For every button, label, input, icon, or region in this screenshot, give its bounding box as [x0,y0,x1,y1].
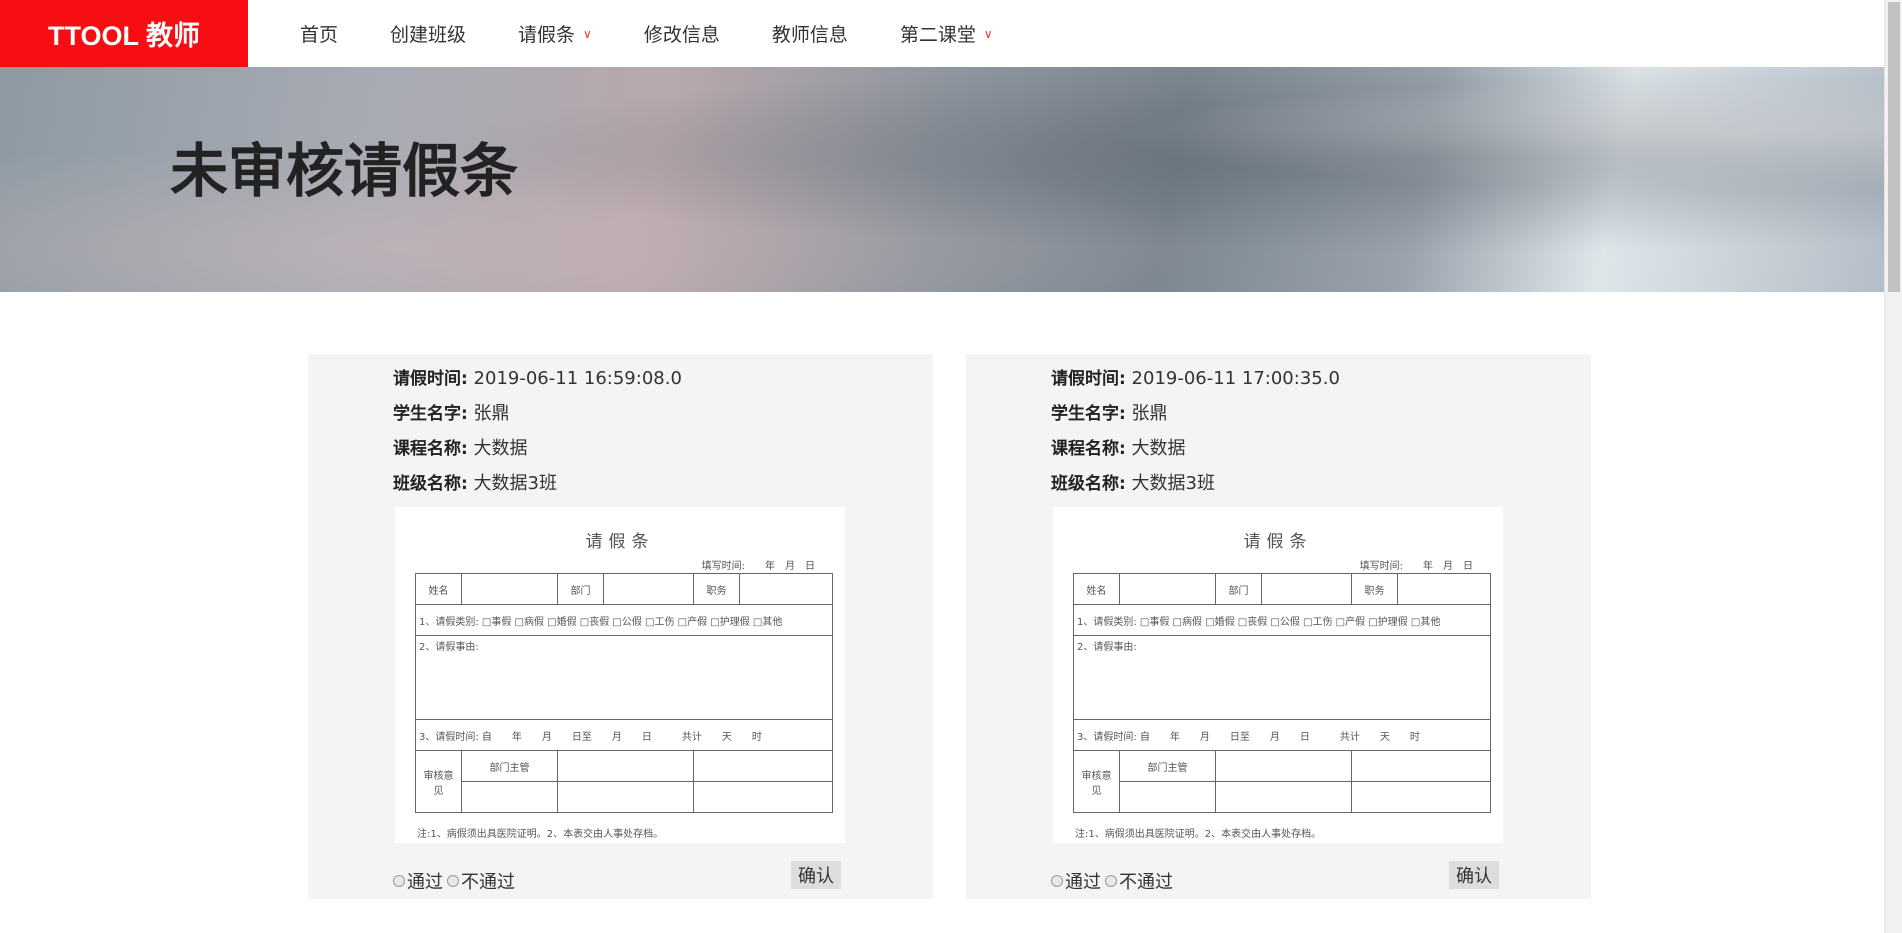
form-title: 请假条 [585,532,655,552]
form-cell: 部门 [557,573,604,605]
top-nav: TTOOL 教师 首页 创建班级 请假条 ∨ 修改信息 教师信息 第二课堂 ∨ [0,0,1884,67]
form-cell: 部门主管 [1119,750,1216,782]
label: 学生名字: [1051,404,1126,424]
nav-label: 首页 [300,24,339,46]
label: 请假时间: [1051,369,1126,389]
form-cell: 姓名 [415,573,462,605]
page-title: 未审核请假条 [170,137,519,205]
nav-leave[interactable]: 请假条 ∨ [518,20,592,47]
review-options: 通过 不通过 [393,868,515,894]
leave-time: 请假时间: 2019-06-11 16:59:08.0 [393,364,682,389]
value: 大数据 [1131,438,1186,459]
review-options: 通过 不通过 [1051,868,1173,894]
reject-label[interactable]: 不通过 [1119,868,1173,894]
course-name: 课程名称: 大数据 [1051,434,1186,460]
logo[interactable]: TTOOL 教师 [0,0,248,67]
nav-second-class[interactable]: 第二课堂 ∨ [900,20,993,47]
nav-label: 创建班级 [390,24,467,46]
value: 大数据 [473,438,528,459]
label: 班级名称: [393,474,468,494]
chevron-down-icon: ∨ [583,26,592,41]
nav-label: 教师信息 [771,24,848,46]
pass-radio[interactable] [393,875,405,887]
label: 请假时间: [393,369,468,389]
value: 大数据3班 [473,473,557,494]
nav-home[interactable]: 首页 [300,20,338,47]
nav-create-class[interactable]: 创建班级 [390,20,466,47]
label: 学生名字: [393,404,468,424]
leave-form-image: 请假条 填写时间: 年 月 日 姓名 部门 职务 1、请假类别: □事假 □病假 □… [395,507,845,843]
value: 2019-06-11 17:00:35.0 [1131,368,1340,389]
value: 张鼎 [473,403,510,424]
reject-radio[interactable] [1105,875,1117,887]
confirm-button[interactable]: 确认 [791,861,841,889]
form-table: 姓名 部门 职务 1、请假类别: □事假 □病假 □婚假 □丧假 □公假 □工伤 □… [1073,573,1491,813]
leave-time: 请假时间: 2019-06-11 17:00:35.0 [1051,364,1340,389]
leave-card: 请假时间: 2019-06-11 16:59:08.0 学生名字: 张鼎 课程名… [308,354,933,899]
nav-label: 第二课堂 [899,24,976,46]
nav-edit-info[interactable]: 修改信息 [644,20,720,47]
class-name: 班级名称: 大数据3班 [393,469,557,495]
label: 班级名称: [1051,474,1126,494]
form-cell: 1、请假类别: □事假 □病假 □婚假 □丧假 □公假 □工伤 □产假 □护理假… [1073,604,1491,636]
form-cell: 审核意见 [1073,750,1120,813]
leave-card: 请假时间: 2019-06-11 17:00:35.0 学生名字: 张鼎 课程名… [966,354,1591,899]
value: 2019-06-11 16:59:08.0 [473,368,682,389]
value: 大数据3班 [1131,473,1215,494]
form-cell: 2、请假事由: [1073,635,1491,720]
reject-radio[interactable] [447,875,459,887]
form-note: 注:1、病假须出具医院证明。2、本表交由人事处存档。 [417,829,664,840]
reject-label[interactable]: 不通过 [461,868,515,894]
value: 张鼎 [1131,403,1168,424]
form-cell: 3、请假时间: 自 年 月 日至 月 日 共计 天 时 [415,719,833,751]
form-cell: 部门主管 [461,750,558,782]
student-name: 学生名字: 张鼎 [393,399,510,425]
chevron-down-icon: ∨ [983,26,993,41]
pass-label[interactable]: 通过 [407,868,443,894]
form-cell: 2、请假事由: [415,635,833,720]
pass-radio[interactable] [1051,875,1063,887]
form-cell: 1、请假类别: □事假 □病假 □婚假 □丧假 □公假 □工伤 □产假 □护理假… [415,604,833,636]
form-cell: 3、请假时间: 自 年 月 日至 月 日 共计 天 时 [1073,719,1491,751]
scrollbar[interactable] [1884,0,1902,933]
leave-form-image: 请假条 填写时间: 年 月 日 姓名 部门 职务 1、请假类别: □事假 □病假 □… [1053,507,1503,843]
form-cell: 姓名 [1073,573,1120,605]
scrollbar-thumb[interactable] [1888,2,1900,292]
form-note: 注:1、病假须出具医院证明。2、本表交由人事处存档。 [1075,829,1322,840]
form-cell: 职务 [693,573,740,605]
form-date: 填写时间: 年 月 日 [701,561,815,572]
nav-label: 请假条 [518,24,576,46]
label: 课程名称: [1051,439,1126,459]
form-cell: 审核意见 [415,750,462,813]
pass-label[interactable]: 通过 [1065,868,1101,894]
form-cell: 部门 [1215,573,1262,605]
form-table: 姓名 部门 职务 1、请假类别: □事假 □病假 □婚假 □丧假 □公假 □工伤 □… [415,573,833,813]
banner: 未审核请假条 [0,67,1884,292]
nav-label: 修改信息 [643,24,720,46]
form-date: 填写时间: 年 月 日 [1359,561,1473,572]
class-name: 班级名称: 大数据3班 [1051,469,1215,495]
nav-teacher-info[interactable]: 教师信息 [772,20,848,47]
label: 课程名称: [393,439,468,459]
form-cell: 职务 [1351,573,1398,605]
course-name: 课程名称: 大数据 [393,434,528,460]
confirm-button[interactable]: 确认 [1449,861,1499,889]
student-name: 学生名字: 张鼎 [1051,399,1168,425]
form-title: 请假条 [1243,532,1313,552]
